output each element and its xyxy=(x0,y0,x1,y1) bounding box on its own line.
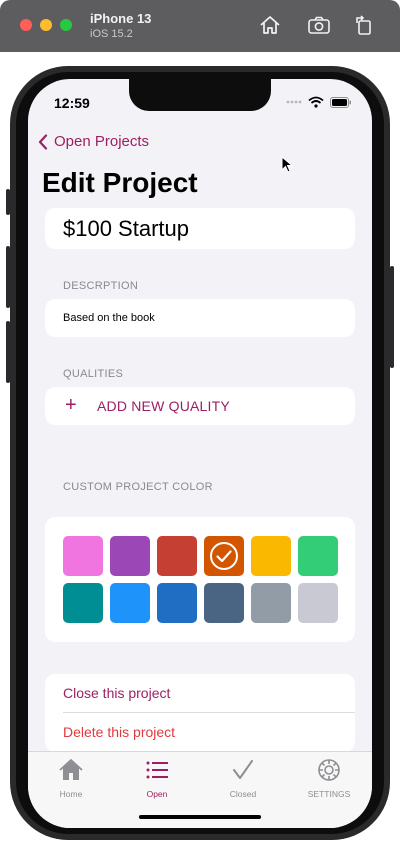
color-swatch[interactable] xyxy=(110,536,150,576)
tab-settings[interactable]: SETTINGS xyxy=(286,758,372,799)
plus-icon: + xyxy=(65,394,77,416)
color-swatch[interactable] xyxy=(157,583,197,623)
home-indicator xyxy=(139,815,261,819)
status-icons xyxy=(286,96,352,108)
zoom-window-button[interactable] xyxy=(60,19,72,31)
description-field[interactable]: Based on the book xyxy=(45,299,355,337)
screenshot-icon[interactable] xyxy=(307,14,331,36)
color-swatch[interactable] xyxy=(63,536,103,576)
close-window-button[interactable] xyxy=(20,19,32,31)
checkmark-icon xyxy=(233,760,253,779)
color-swatch[interactable] xyxy=(110,583,150,623)
color-swatch[interactable] xyxy=(204,536,244,576)
page-title: Edit Project xyxy=(42,167,198,198)
description-value: Based on the book xyxy=(63,312,155,324)
add-quality-button[interactable]: + ADD NEW QUALITY xyxy=(45,387,355,425)
project-name-field[interactable]: $100 Startup xyxy=(45,208,355,249)
tab-open-label: Open xyxy=(146,789,168,799)
color-swatch[interactable] xyxy=(157,536,197,576)
color-section-label: CUSTOM PROJECT COLOR xyxy=(63,481,213,493)
color-swatch[interactable] xyxy=(298,583,338,623)
color-swatch[interactable] xyxy=(251,536,291,576)
delete-project-button[interactable]: Delete this project xyxy=(63,724,175,740)
gear-icon xyxy=(318,759,340,781)
tab-open[interactable]: Open xyxy=(114,758,200,799)
close-project-button[interactable]: Close this project xyxy=(63,685,170,701)
chevron-left-icon xyxy=(38,133,48,150)
tab-closed[interactable]: Closed xyxy=(200,758,286,799)
qualities-section-label: QUALITIES xyxy=(63,368,124,380)
signal-icon xyxy=(286,100,302,104)
home-icon[interactable] xyxy=(258,14,282,36)
silent-switch xyxy=(6,189,10,215)
color-picker xyxy=(45,517,355,642)
minimize-window-button[interactable] xyxy=(40,19,52,31)
color-swatch[interactable] xyxy=(298,536,338,576)
device-name: iPhone 13 xyxy=(90,11,152,26)
os-version: iOS 15.2 xyxy=(90,28,133,40)
checkmark-circle-icon xyxy=(210,542,238,570)
rotate-icon[interactable] xyxy=(352,14,376,36)
volume-up-button xyxy=(6,246,10,308)
mouse-cursor-icon xyxy=(281,156,293,173)
tab-closed-label: Closed xyxy=(229,789,257,799)
tab-home[interactable]: Home xyxy=(28,758,114,799)
divider xyxy=(63,712,355,713)
color-swatch[interactable] xyxy=(63,583,103,623)
color-swatch[interactable] xyxy=(204,583,244,623)
tab-settings-label: SETTINGS xyxy=(307,789,351,799)
back-button-label: Open Projects xyxy=(54,133,150,150)
volume-down-button xyxy=(6,321,10,383)
notch xyxy=(129,79,271,111)
project-name-value: $100 Startup xyxy=(63,216,189,241)
project-actions: Close this project Delete this project xyxy=(45,674,355,752)
house-icon xyxy=(59,759,83,780)
phone-screen: 12:59 Open Projects Edit Project $100 St… xyxy=(28,79,372,828)
simulator-title-bar: iPhone 13 iOS 15.2 xyxy=(0,0,400,52)
back-button[interactable]: Open Projects xyxy=(38,133,149,150)
status-time: 12:59 xyxy=(54,95,90,111)
wifi-icon xyxy=(308,96,324,108)
description-section-label: DESCRPTION xyxy=(63,280,139,292)
battery-icon xyxy=(330,96,351,108)
list-icon xyxy=(146,761,168,779)
add-quality-label: ADD NEW QUALITY xyxy=(97,398,230,414)
tab-home-label: Home xyxy=(59,789,83,799)
power-button xyxy=(390,266,394,368)
color-swatch[interactable] xyxy=(251,583,291,623)
